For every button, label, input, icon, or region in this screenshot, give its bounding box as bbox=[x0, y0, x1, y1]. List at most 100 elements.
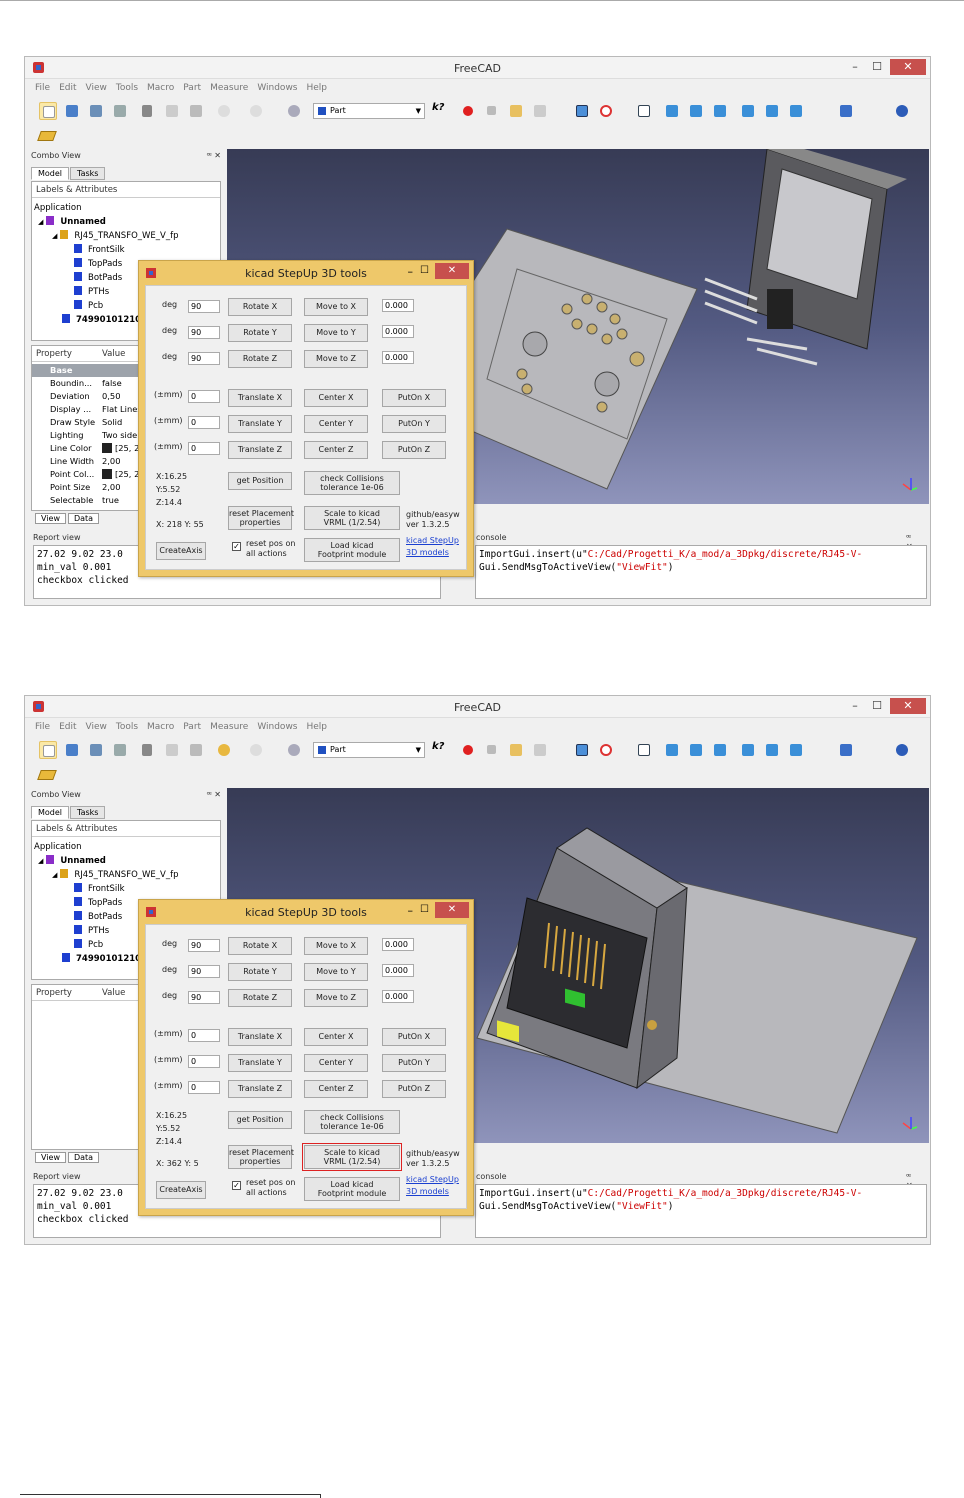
rotate-x-input[interactable]: 90 bbox=[188, 300, 220, 313]
translate-y-button[interactable]: Translate Y bbox=[228, 1054, 292, 1072]
view-top-icon[interactable] bbox=[687, 102, 705, 120]
view-right-icon[interactable] bbox=[711, 102, 729, 120]
tab-view[interactable]: View bbox=[35, 1152, 66, 1163]
puton-y-button[interactable]: PutOn Y bbox=[382, 415, 446, 433]
move-y-input[interactable]: 0.000 bbox=[382, 964, 414, 977]
move-to-x-button[interactable]: Move to X bbox=[304, 937, 368, 955]
check-collisions-button[interactable]: check Collisions tolerance 1e-06 bbox=[304, 1110, 400, 1134]
console-output[interactable]: ImportGui.insert(u"C:/Cad/Progetti_K/a_m… bbox=[475, 1184, 927, 1238]
menu-file[interactable]: File bbox=[35, 722, 50, 732]
tree-item[interactable]: TopPads bbox=[74, 257, 122, 271]
cut-icon[interactable] bbox=[139, 102, 157, 120]
view-isometric-icon[interactable] bbox=[635, 102, 653, 120]
move-x-input[interactable]: 0.000 bbox=[382, 299, 414, 312]
print-icon[interactable] bbox=[111, 741, 129, 759]
refresh-icon[interactable] bbox=[285, 102, 303, 120]
move-z-input[interactable]: 0.000 bbox=[382, 351, 414, 364]
translate-y-input[interactable]: 0 bbox=[188, 1055, 220, 1068]
workbench-selector[interactable]: Part ▼ bbox=[313, 742, 425, 758]
view-right-icon[interactable] bbox=[711, 741, 729, 759]
close-button[interactable]: ✕ bbox=[890, 59, 926, 75]
center-y-button[interactable]: Center Y bbox=[304, 1054, 368, 1072]
minimize-button[interactable]: – bbox=[846, 698, 864, 714]
rotate-z-input[interactable]: 90 bbox=[188, 352, 220, 365]
rotate-x-button[interactable]: Rotate X bbox=[228, 937, 292, 955]
rotate-z-input[interactable]: 90 bbox=[188, 991, 220, 1004]
center-y-button[interactable]: Center Y bbox=[304, 415, 368, 433]
view-bottom-icon[interactable] bbox=[763, 741, 781, 759]
view-front-icon[interactable] bbox=[663, 741, 681, 759]
move-z-input[interactable]: 0.000 bbox=[382, 990, 414, 1003]
tree-part[interactable]: ◢ RJ45_TRANSFO_WE_V_fp bbox=[52, 229, 179, 243]
menu-windows[interactable]: Windows bbox=[257, 83, 297, 93]
dock-buttons[interactable]: ꟹ ✕ bbox=[207, 151, 221, 160]
kicad-stepup-link[interactable]: kicad StepUp bbox=[406, 536, 459, 545]
tab-view[interactable]: View bbox=[35, 513, 66, 524]
translate-z-input[interactable]: 0 bbox=[188, 1081, 220, 1094]
menu-measure[interactable]: Measure bbox=[210, 83, 248, 93]
paste-icon[interactable] bbox=[187, 102, 205, 120]
kicad-stepup-link[interactable]: kicad StepUp bbox=[406, 1175, 459, 1184]
view-front-icon[interactable] bbox=[663, 102, 681, 120]
menu-edit[interactable]: Edit bbox=[59, 83, 76, 93]
maximize-button[interactable]: ☐ bbox=[868, 698, 886, 714]
dock-buttons[interactable]: ꟹ ✕ bbox=[207, 790, 221, 799]
center-z-button[interactable]: Center Z bbox=[304, 441, 368, 459]
menu-tools[interactable]: Tools bbox=[116, 83, 138, 93]
load-kicad-footprint-button[interactable]: Load kicad Footprint module bbox=[304, 1177, 400, 1201]
console-output[interactable]: ImportGui.insert(u"C:/Cad/Progetti_K/a_m… bbox=[475, 545, 927, 599]
create-axis-button[interactable]: CreateAxis bbox=[156, 1181, 206, 1199]
load-kicad-footprint-button[interactable]: Load kicad Footprint module bbox=[304, 538, 400, 562]
run-macro-icon[interactable] bbox=[531, 102, 549, 120]
move-x-input[interactable]: 0.000 bbox=[382, 938, 414, 951]
menu-windows[interactable]: Windows bbox=[257, 722, 297, 732]
paste-icon[interactable] bbox=[187, 741, 205, 759]
edit-macro-icon[interactable] bbox=[507, 102, 525, 120]
edit-macro-icon[interactable] bbox=[507, 741, 525, 759]
part-extrude-icon[interactable] bbox=[837, 741, 855, 759]
tab-tasks[interactable]: Tasks bbox=[70, 806, 106, 819]
draw-style-icon[interactable] bbox=[597, 741, 615, 759]
move-to-z-button[interactable]: Move to Z bbox=[304, 350, 368, 368]
menu-part[interactable]: Part bbox=[183, 83, 201, 93]
scale-to-kicad-button[interactable]: Scale to kicad VRML (1/2.54) bbox=[302, 1143, 402, 1171]
record-macro-icon[interactable] bbox=[459, 102, 477, 120]
tree-item[interactable]: TopPads bbox=[74, 896, 122, 910]
view-isometric-icon[interactable] bbox=[635, 741, 653, 759]
rotate-x-input[interactable]: 90 bbox=[188, 939, 220, 952]
reset-pos-checkbox[interactable]: ✓ bbox=[232, 1181, 241, 1190]
whats-this-icon[interactable]: k? bbox=[429, 741, 447, 759]
new-document-icon[interactable] bbox=[39, 741, 57, 759]
record-macro-icon[interactable] bbox=[459, 741, 477, 759]
menu-tools[interactable]: Tools bbox=[116, 722, 138, 732]
close-button[interactable]: ✕ bbox=[890, 698, 926, 714]
translate-x-input[interactable]: 0 bbox=[188, 390, 220, 403]
dialog-maximize-button[interactable]: ☐ bbox=[420, 904, 429, 915]
menu-measure[interactable]: Measure bbox=[210, 722, 248, 732]
menu-help[interactable]: Help bbox=[307, 722, 328, 732]
translate-z-input[interactable]: 0 bbox=[188, 442, 220, 455]
new-document-icon[interactable] bbox=[39, 102, 57, 120]
tab-data[interactable]: Data bbox=[67, 1152, 100, 1163]
tree-shape[interactable]: 74990101210 bbox=[62, 313, 141, 327]
undo-icon[interactable] bbox=[215, 102, 233, 120]
center-x-button[interactable]: Center X bbox=[304, 389, 368, 407]
translate-x-button[interactable]: Translate X bbox=[228, 1028, 292, 1046]
reset-pos-checkbox[interactable]: ✓ bbox=[232, 542, 241, 551]
puton-y-button[interactable]: PutOn Y bbox=[382, 1054, 446, 1072]
reset-placement-button[interactable]: reset Placement properties bbox=[228, 506, 294, 530]
tree-application[interactable]: Application bbox=[34, 201, 82, 215]
dialog-close-button[interactable]: ✕ bbox=[435, 902, 469, 918]
view-fit-icon[interactable] bbox=[573, 102, 591, 120]
rotate-y-input[interactable]: 90 bbox=[188, 965, 220, 978]
maximize-button[interactable]: ☐ bbox=[868, 59, 886, 75]
open-folder-icon[interactable] bbox=[63, 102, 81, 120]
print-icon[interactable] bbox=[111, 102, 129, 120]
dialog-maximize-button[interactable]: ☐ bbox=[420, 265, 429, 276]
stepup-toolbar-icon[interactable] bbox=[37, 127, 57, 145]
part-extrude-icon[interactable] bbox=[837, 102, 855, 120]
puton-x-button[interactable]: PutOn X bbox=[382, 1028, 446, 1046]
center-x-button[interactable]: Center X bbox=[304, 1028, 368, 1046]
tab-model[interactable]: Model bbox=[31, 167, 70, 180]
part-sphere-icon[interactable] bbox=[893, 102, 911, 120]
